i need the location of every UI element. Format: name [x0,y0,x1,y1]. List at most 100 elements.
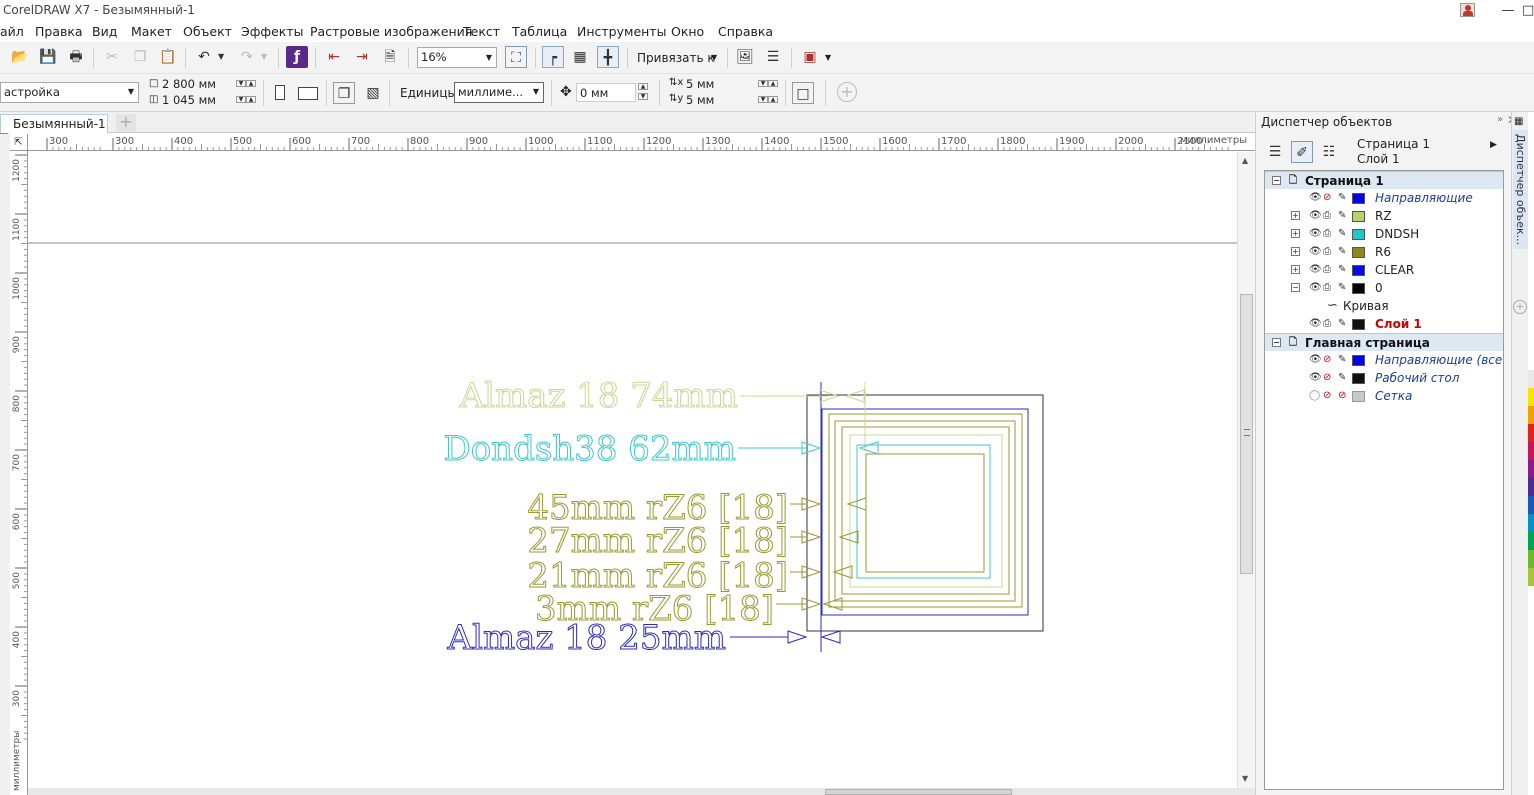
duplicate-y-field[interactable]: 5 мм [686,93,756,108]
snap-to-label[interactable]: Привязать к [637,51,715,65]
page-height-field[interactable]: 1 045 мм [162,93,234,108]
ruler-origin-icon[interactable]: ⇱ [10,134,28,151]
palette-swatch[interactable] [1528,568,1534,586]
menu-table[interactable]: Таблица [512,24,567,39]
lock-icon[interactable]: ⊘ [1338,389,1346,403]
cut-icon[interactable]: ✂ [101,46,123,68]
tree-layer-row[interactable]: + 👁 ⎙ ✎ CLEAR [1265,261,1503,279]
pencil-icon[interactable]: ✎ [1338,191,1346,205]
docker-collapse-icon[interactable]: » [1497,114,1503,125]
horizontal-scrollbar[interactable] [28,788,1255,795]
color-palette[interactable] [1528,112,1534,795]
printer-icon[interactable]: ⎙ [1323,263,1331,277]
print-icon[interactable]: 🖶 [65,46,87,68]
tree-layer-row[interactable]: + 👁 ⎙ ✎ RZ [1265,207,1503,225]
copy-icon[interactable]: ❐ [129,46,151,68]
layer-manager-view-icon[interactable]: ☷ [1318,141,1340,163]
pencil-icon[interactable]: ✎ [1338,353,1346,367]
tree-master-page-row[interactable]: − 🗋 Главная страница [1265,333,1503,351]
pencil-icon[interactable]: ✎ [1338,227,1346,241]
launcher-dropdown-icon[interactable]: ▼ [825,53,831,62]
show-properties-icon[interactable]: ☰ [1264,141,1286,163]
eye-icon[interactable]: 👁 [1309,281,1322,295]
application-launcher-icon[interactable]: ▣ [799,46,821,68]
width-spin-up[interactable]: ▲ [246,80,256,87]
dupx-spin-down[interactable]: ▼ [758,80,768,87]
page-preset-combobox[interactable]: астройка ▼ [0,82,139,103]
nudge-distance-field[interactable]: 0 мм [576,83,636,102]
pencil-icon[interactable]: ✎ [1338,245,1346,259]
snap-to-dropdown-icon[interactable]: ▼ [711,53,717,62]
tree-layer-row[interactable]: 👁 ⊘ ✎ Рабочий стол [1265,369,1503,387]
tree-layer-row[interactable]: 👁 ⎙ ✎ Слой 1 [1265,315,1503,333]
collapse-icon[interactable]: − [1272,338,1281,347]
palette-swatch[interactable] [1528,442,1534,460]
pencil-icon[interactable]: ✎ [1338,371,1346,385]
menu-text[interactable]: Текст [463,24,500,39]
palette-swatch[interactable] [1528,388,1534,406]
palette-swatch[interactable] [1528,532,1534,550]
height-spin-down[interactable]: ▼ [236,96,246,103]
full-screen-icon[interactable]: ⛶ [505,46,527,68]
eye-icon[interactable]: 👁 [1309,263,1322,277]
print-disabled-icon[interactable]: ⊘ [1323,191,1331,205]
page-width-field[interactable]: 2 800 мм [162,77,234,92]
edit-across-layers-icon[interactable]: ✐ [1291,141,1313,163]
undo-dropdown-icon[interactable]: ▼ [218,52,224,61]
palette-swatch[interactable] [1528,478,1534,496]
menu-effects[interactable]: Эффекты [241,24,304,39]
nudge-spin-down[interactable]: ▼ [638,93,648,100]
scroll-up-icon[interactable]: ▲ [1242,156,1248,165]
tree-layer-row[interactable]: 👁 ⊘ ✎ Направляющие [1265,189,1503,207]
page-menu-icon[interactable]: ▶ [1490,140,1497,150]
landscape-icon[interactable] [298,87,318,100]
save-icon[interactable]: 💾 [37,46,59,68]
printer-icon[interactable]: ⎙ [1323,317,1331,331]
tree-layer-row[interactable]: ◯ ⊘ ⊘ Сетка [1265,387,1503,405]
units-dropdown-icon[interactable]: ▼ [533,83,539,101]
tree-layer-row[interactable]: + 👁 ⎙ ✎ DNDSH [1265,225,1503,243]
publish-pdf-icon[interactable]: 🗎 [379,46,401,68]
zoom-dropdown-icon[interactable]: ▼ [486,48,492,67]
tree-object-row[interactable]: ∽ Кривая [1265,297,1503,315]
printer-icon[interactable]: ⎙ [1323,209,1331,223]
palette-swatch[interactable] [1528,406,1534,424]
print-disabled-icon[interactable]: ⊘ [1323,371,1331,385]
scroll-thumb[interactable] [1240,294,1253,574]
object-tree[interactable]: − 🗋 Страница 1 👁 ⊘ ✎ Направляющие + 👁 ⎙ … [1264,170,1504,790]
restore-icon[interactable]: □ [1522,0,1534,21]
dupx-spin-up[interactable]: ▲ [768,80,778,87]
eye-icon[interactable]: 👁 [1309,191,1322,205]
dupy-spin-down[interactable]: ▼ [758,96,768,103]
dupy-spin-up[interactable]: ▲ [768,96,778,103]
menu-window[interactable]: Окно [671,24,704,39]
add-document-tab-icon[interactable]: + [116,114,136,132]
pencil-icon[interactable]: ✎ [1338,263,1346,277]
undo-icon[interactable]: ↶ [193,46,215,68]
redo-icon[interactable]: ↷ [236,46,258,68]
menu-tools[interactable]: Инструменты [577,24,666,39]
eye-icon[interactable]: 👁 [1309,227,1322,241]
docker-tab-icon[interactable]: ▦ [1514,116,1523,127]
welcome-screen-icon[interactable]: 🖼 [734,46,756,68]
expand-icon[interactable]: + [1291,229,1300,238]
palette-swatch[interactable] [1528,370,1534,388]
expand-icon[interactable]: + [1291,211,1300,220]
expand-icon[interactable]: + [1291,265,1300,274]
duplicate-x-field[interactable]: 5 мм [686,77,756,92]
horizontal-ruler[interactable]: 300 300 400 500 600 700 800 900 1000 1100 1200 1300… [28,134,1255,151]
printer-icon[interactable]: ⎙ [1323,281,1331,295]
collapse-icon[interactable]: − [1272,176,1281,185]
eye-hidden-icon[interactable]: ◯ [1309,389,1320,403]
open-icon[interactable]: 📂 [9,46,31,68]
palette-swatch[interactable] [1528,352,1534,370]
eye-icon[interactable]: 👁 [1309,245,1322,259]
palette-swatch[interactable] [1528,424,1534,442]
pencil-icon[interactable]: ✎ [1338,209,1346,223]
tree-page-row[interactable]: − 🗋 Страница 1 [1265,171,1503,189]
width-spin-down[interactable]: ▼ [236,80,246,87]
nudge-spin-up[interactable]: ▲ [638,83,648,90]
palette-swatch[interactable] [1528,496,1534,514]
print-disabled-icon[interactable]: ⊘ [1323,353,1331,367]
eye-icon[interactable]: 👁 [1309,353,1322,367]
